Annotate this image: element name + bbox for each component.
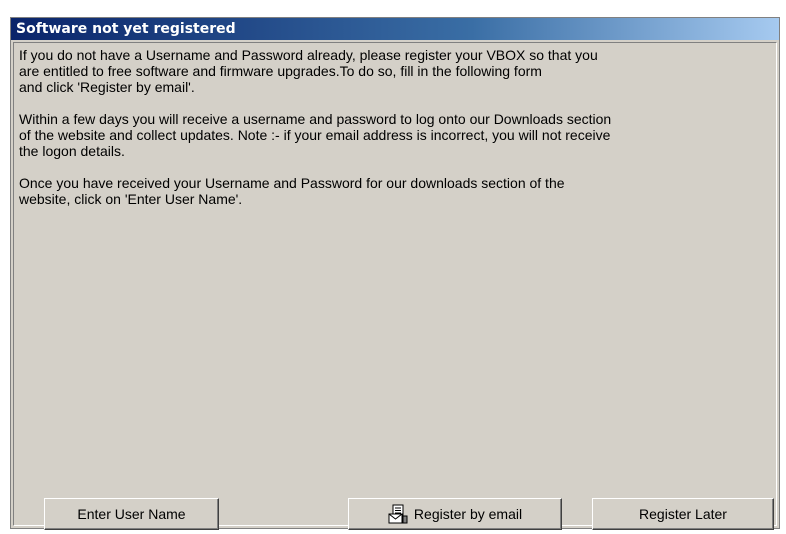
- message-panel: If you do not have a Username and Passwo…: [13, 42, 777, 526]
- message-paragraph-register-info: If you do not have a Username and Passwo…: [19, 47, 598, 95]
- dialog-title: Software not yet registered: [11, 18, 779, 40]
- message-paragraph-receive-details: Within a few days you will receive a use…: [19, 111, 612, 159]
- enter-user-name-button[interactable]: Enter User Name: [44, 498, 219, 530]
- register-later-button[interactable]: Register Later: [592, 498, 774, 530]
- registration-dialog: Software not yet registered If you do no…: [10, 17, 780, 530]
- document-with-envelope-icon: [388, 504, 408, 524]
- message-paragraph-enter-user-name: Once you have received your Username and…: [19, 175, 565, 207]
- register-by-email-label: Register by email: [413, 506, 523, 522]
- register-by-email-button[interactable]: Register by email: [348, 498, 562, 530]
- register-later-label: Register Later: [639, 506, 727, 522]
- enter-user-name-label: Enter User Name: [77, 506, 186, 522]
